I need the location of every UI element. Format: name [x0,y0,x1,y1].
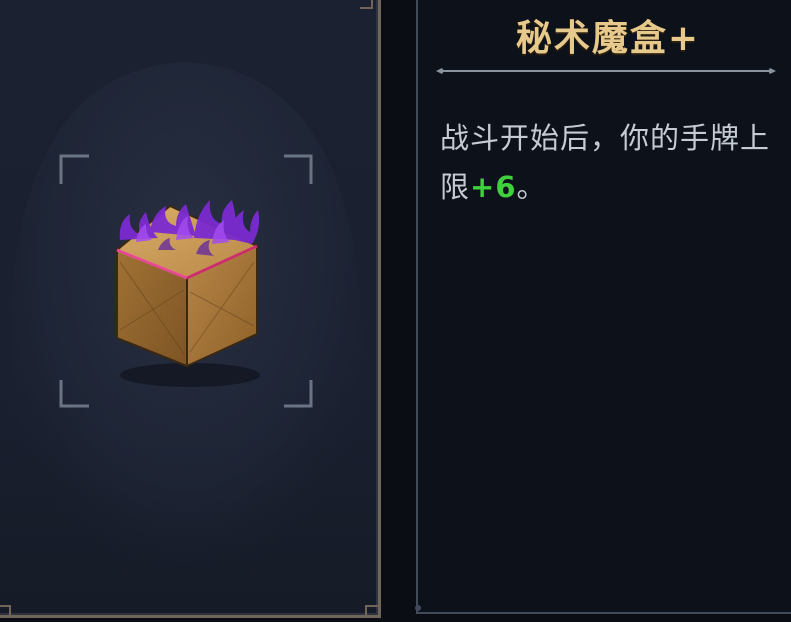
relic-description-panel: 秘术魔盒+ 战斗开始后，你的手牌上限+6。 [415,0,791,614]
description-end-punctuation: 。 [516,170,547,204]
panel-corner-dot-icon [415,605,421,611]
arcane-box-icon [115,200,260,387]
hand-size-bonus-value: +6 [470,170,517,204]
frame-corner-top-ornament [360,0,373,9]
relic-preview-panel [0,0,381,618]
frame-corner-bottom-right-ornament [365,605,378,615]
relic-title: 秘术魔盒+ [515,18,701,59]
relic-detail-screen: 秘术魔盒+ 战斗开始后，你的手牌上限+6。 [0,0,791,622]
relic-description: 战斗开始后，你的手牌上限+6。 [440,114,770,212]
frame-corner-bottom-left-ornament [0,605,11,615]
ornamental-divider-icon [436,68,776,74]
